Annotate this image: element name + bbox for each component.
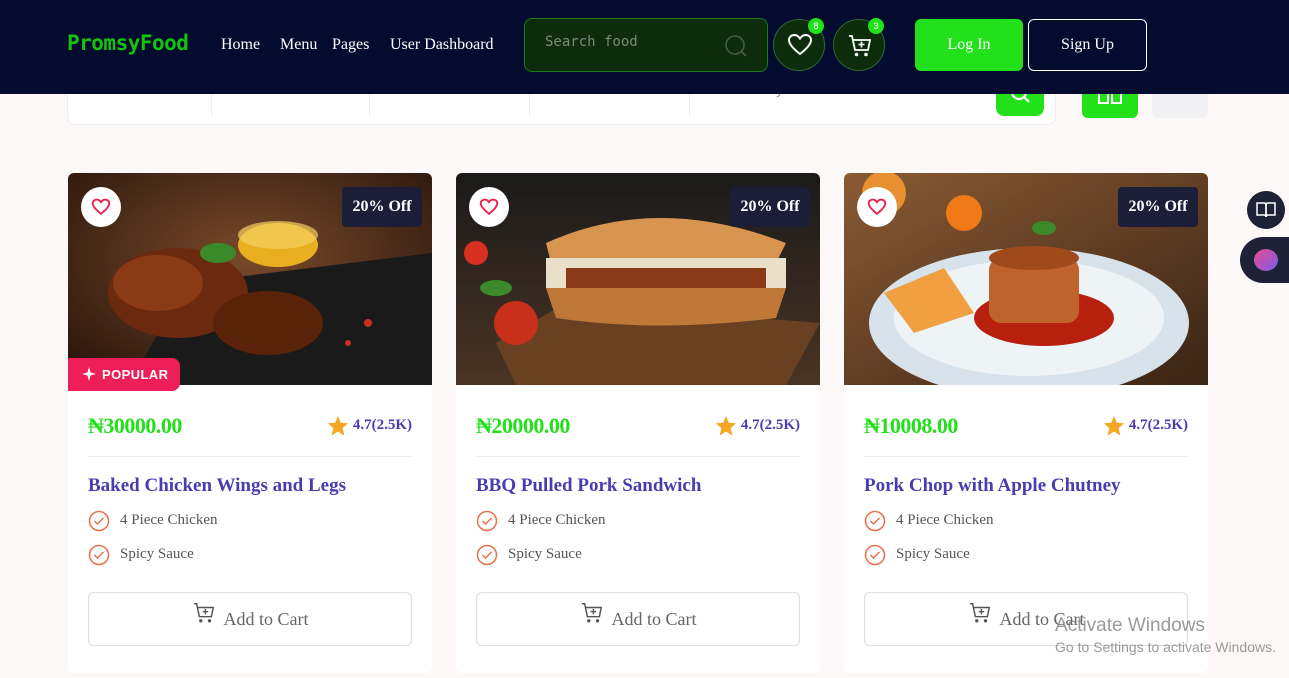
discount-badge: 20% Off [342, 187, 422, 227]
product-card: 20% Off ₦10008.00 4.7(2.5K) Pork Chop wi… [844, 173, 1208, 673]
add-to-cart-button[interactable]: Add to Cart [476, 592, 800, 646]
check-circle-icon [88, 510, 110, 532]
cart-count-badge: 3 [868, 18, 884, 34]
product-title[interactable]: BBQ Pulled Pork Sandwich [476, 475, 701, 497]
product-card: 20% Off POPULAR ₦30000.00 4.7(2.5K) Bake… [68, 173, 432, 673]
search-box [524, 18, 768, 72]
star-icon [327, 415, 348, 436]
rating-value: 4.7(2.5K) [740, 417, 800, 433]
product-card: 20% Off ₦20000.00 4.7(2.5K) BBQ Pulled P… [456, 173, 820, 673]
check-circle-icon [476, 510, 498, 532]
book-icon [1256, 202, 1276, 218]
favorite-button[interactable] [469, 187, 509, 227]
signup-button[interactable]: Sign Up [1028, 19, 1147, 71]
add-to-cart-label: Add to Cart [223, 609, 309, 629]
product-title[interactable]: Pork Chop with Apple Chutney [864, 475, 1121, 497]
star-icon [715, 415, 736, 436]
feature-label: Spicy Sauce [120, 546, 194, 562]
favorite-button[interactable] [81, 187, 121, 227]
heart-icon [787, 33, 813, 56]
product-rating: 4.7(2.5K) [715, 415, 800, 436]
windows-activation-watermark: Activate Windows Go to Settings to activ… [1055, 615, 1276, 655]
check-circle-icon [88, 544, 110, 566]
nav-pages[interactable]: Pages [332, 36, 369, 54]
feature-label: 4 Piece Chicken [120, 512, 218, 528]
rating-value: 4.7(2.5K) [352, 417, 412, 433]
product-title[interactable]: Baked Chicken Wings and Legs [88, 475, 346, 497]
divider [476, 456, 800, 457]
cart-icon [849, 35, 872, 57]
popular-badge: POPULAR [68, 358, 180, 391]
search-icon[interactable] [724, 34, 748, 58]
feature-label: Spicy Sauce [508, 546, 582, 562]
popular-label: POPULAR [102, 367, 169, 382]
login-button[interactable]: Log In [915, 19, 1023, 71]
feature-item: Spicy Sauce [88, 544, 194, 566]
wishlist-button[interactable]: 8 [773, 18, 825, 71]
feature-item: 4 Piece Chicken [476, 510, 606, 532]
ai-assistant-button[interactable] [1240, 237, 1289, 283]
add-to-cart-label: Add to Cart [611, 609, 697, 629]
product-rating: 4.7(2.5K) [327, 415, 412, 436]
discount-badge: 20% Off [730, 187, 810, 227]
discount-badge: 20% Off [1118, 187, 1198, 227]
feature-item: 4 Piece Chicken [864, 510, 994, 532]
rating-value: 4.7(2.5K) [1128, 417, 1188, 433]
feature-item: Spicy Sauce [864, 544, 970, 566]
wishlist-count-badge: 8 [808, 18, 824, 34]
cart-button[interactable]: 3 [833, 18, 885, 71]
product-price: ₦30000.00 [88, 413, 182, 438]
check-circle-icon [864, 510, 886, 532]
feature-label: 4 Piece Chicken [508, 512, 606, 528]
nav-home[interactable]: Home [221, 36, 260, 54]
cart-icon [968, 593, 992, 645]
favorite-button[interactable] [857, 187, 897, 227]
brain-icon [1254, 249, 1278, 271]
site-header: PromsyFood Home Menu Pages User Dashboar… [0, 0, 1289, 94]
feature-item: 4 Piece Chicken [88, 510, 218, 532]
cart-icon [580, 593, 604, 645]
check-circle-icon [476, 544, 498, 566]
check-circle-icon [864, 544, 886, 566]
watermark-title: Activate Windows [1055, 615, 1205, 636]
product-price: ₦10008.00 [864, 413, 958, 438]
search-input[interactable] [545, 34, 725, 50]
feature-label: 4 Piece Chicken [896, 512, 994, 528]
reader-mode-button[interactable] [1247, 191, 1285, 229]
site-logo[interactable]: PromsyFood [67, 31, 189, 55]
watermark-subtitle: Go to Settings to activate Windows. [1055, 639, 1276, 655]
nav-user-dashboard[interactable]: User Dashboard [390, 36, 494, 54]
divider [864, 456, 1188, 457]
feature-item: Spicy Sauce [476, 544, 582, 566]
sparkle-icon [82, 367, 96, 381]
feature-label: Spicy Sauce [896, 546, 970, 562]
product-rating: 4.7(2.5K) [1103, 415, 1188, 436]
nav-menu[interactable]: Menu [280, 36, 317, 54]
heart-icon [91, 198, 111, 215]
heart-icon [867, 198, 887, 215]
product-price: ₦20000.00 [476, 413, 570, 438]
add-to-cart-button[interactable]: Add to Cart [88, 592, 412, 646]
cart-icon [192, 593, 216, 645]
divider [88, 456, 412, 457]
heart-icon [479, 198, 499, 215]
star-icon [1103, 415, 1124, 436]
